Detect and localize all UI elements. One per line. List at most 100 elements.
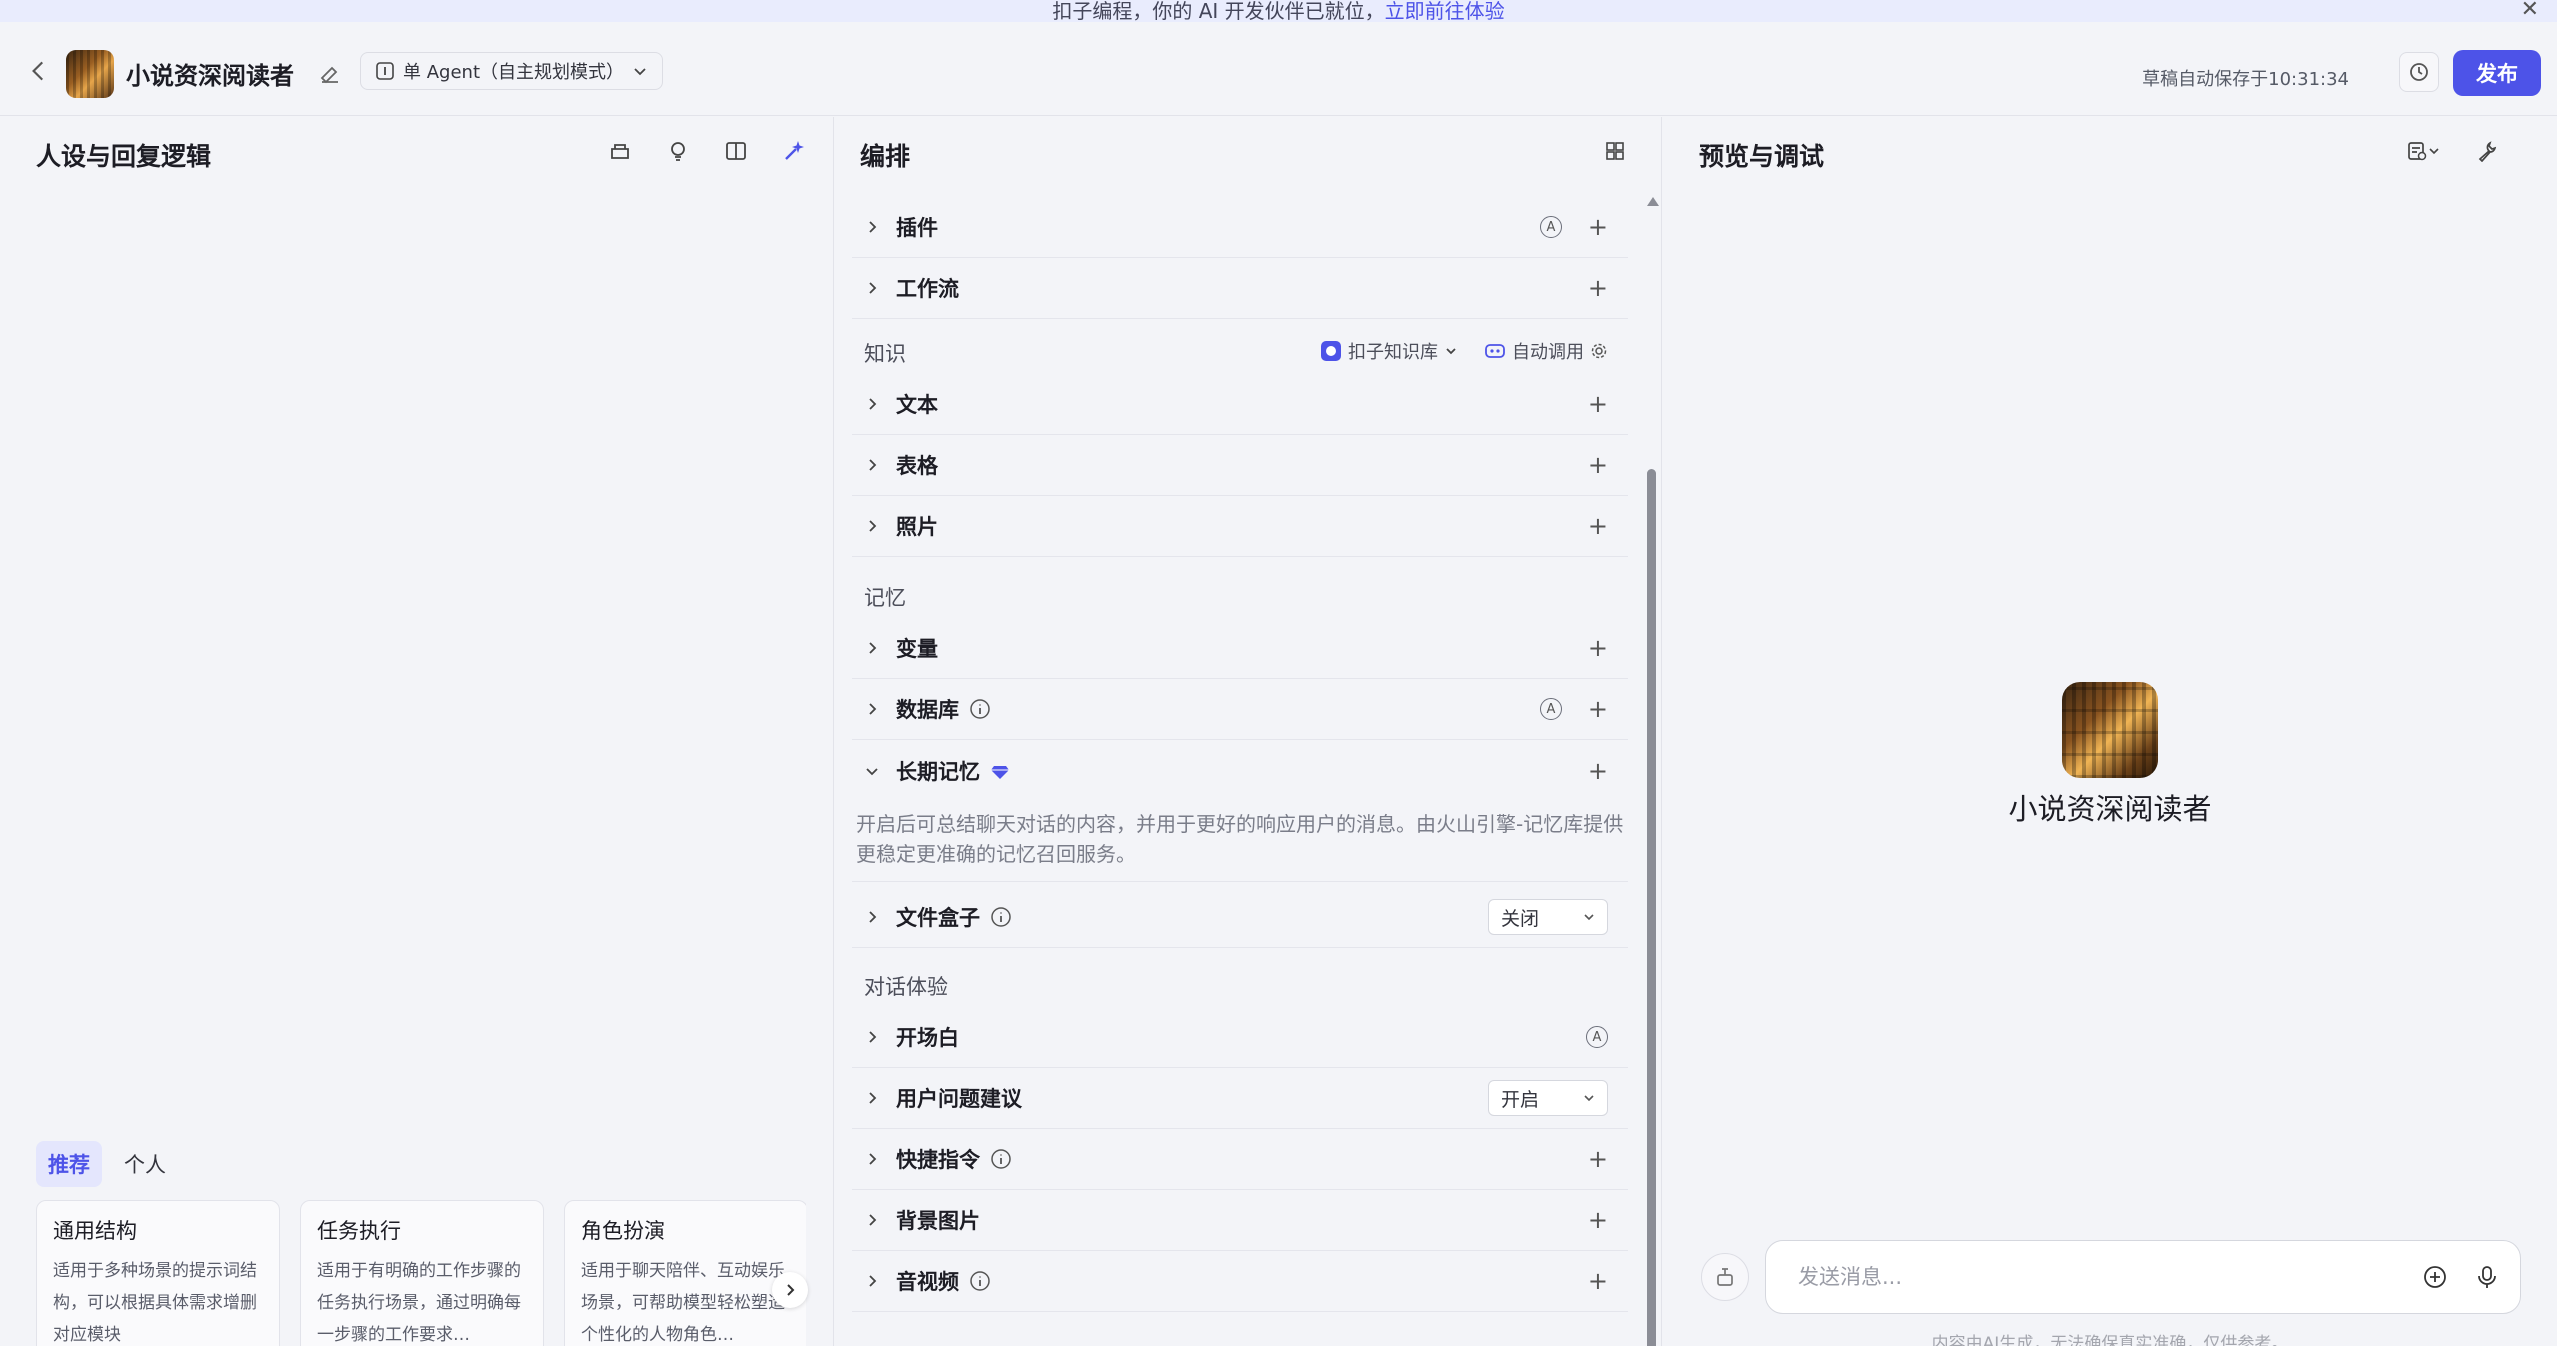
- av-row[interactable]: 音视频 +: [852, 1251, 1628, 1312]
- premium-gem-icon: [991, 765, 1009, 779]
- opening-row[interactable]: 开场白 A: [852, 1007, 1628, 1068]
- template-card-title: 角色扮演: [581, 1219, 665, 1243]
- bot-avatar: [66, 50, 114, 98]
- add-long-memory-icon[interactable]: +: [1588, 759, 1608, 783]
- compare-icon[interactable]: [722, 137, 750, 165]
- text-kb-row[interactable]: 文本 +: [852, 374, 1628, 435]
- tab-recommended[interactable]: 推荐: [36, 1141, 102, 1187]
- chevron-right-icon: [862, 217, 882, 237]
- ai-disclaimer: 内容由AI生成，无法确保真实准确，仅供参考。: [1931, 1334, 2289, 1346]
- auto-badge-icon[interactable]: A: [1539, 216, 1562, 238]
- add-photo-icon[interactable]: +: [1588, 514, 1608, 538]
- ai-optimize-icon[interactable]: [780, 137, 808, 165]
- history-button[interactable]: [2399, 52, 2439, 92]
- add-background-icon[interactable]: +: [1588, 1208, 1608, 1232]
- wrench-icon[interactable]: [2473, 137, 2501, 165]
- chevron-down-icon: [1584, 914, 1594, 921]
- dialog-section-label: 对话体验: [864, 975, 948, 999]
- knowledge-controls: 扣子知识库 自动调用: [1320, 338, 1608, 364]
- layout-grid-icon[interactable]: [1601, 137, 1629, 165]
- preview-bot-intro: 小说资深阅读者: [1663, 682, 2557, 828]
- filebox-row[interactable]: 文件盒子 关闭: [852, 887, 1628, 948]
- template-card[interactable]: 角色扮演 适用于聊天陪伴、互动娱乐场景，可帮助模型轻松塑造个性化的人物角色…: [564, 1200, 806, 1346]
- suggest-label: 用户问题建议: [896, 1087, 1022, 1111]
- shortcut-row[interactable]: 快捷指令 +: [852, 1129, 1628, 1190]
- back-arrow-icon[interactable]: [26, 58, 52, 84]
- template-cards: 通用结构 适用于多种场景的提示词结构，可以根据具体需求增删对应模块 任务执行 适…: [36, 1200, 806, 1346]
- filebox-label: 文件盒子: [896, 906, 980, 930]
- add-shortcut-icon[interactable]: +: [1588, 1147, 1608, 1171]
- divider: [852, 881, 1628, 882]
- add-database-icon[interactable]: +: [1588, 697, 1608, 721]
- chevron-right-icon: [862, 1271, 882, 1291]
- chevron-right-icon: [862, 1088, 882, 1108]
- clear-chat-button[interactable]: [1701, 1253, 1749, 1301]
- add-workflow-icon[interactable]: +: [1588, 276, 1608, 300]
- table-kb-row[interactable]: 表格 +: [852, 435, 1628, 496]
- debug-doc-icon: [2408, 142, 2427, 161]
- chevron-right-icon: [862, 907, 882, 927]
- debug-view-selector[interactable]: [2399, 137, 2447, 165]
- add-av-icon[interactable]: +: [1588, 1269, 1608, 1293]
- publish-button[interactable]: 发布: [2453, 50, 2541, 96]
- database-row[interactable]: 数据库 A +: [852, 679, 1628, 740]
- scroll-thumb[interactable]: [1647, 469, 1656, 1346]
- auto-badge-icon[interactable]: A: [1539, 698, 1562, 720]
- agent-mode-selector[interactable]: 单 Agent（自主规划模式）: [360, 52, 664, 90]
- long-memory-description: 开启后可总结聊天对话的内容，并用于更好的响应用户的消息。由火山引擎-记忆库提供更…: [856, 812, 1624, 866]
- gear-icon[interactable]: [1590, 342, 1608, 360]
- kb-auto-call[interactable]: 自动调用: [1484, 338, 1608, 364]
- info-icon[interactable]: [990, 1148, 1012, 1170]
- suggest-select[interactable]: 开启: [1488, 1080, 1608, 1116]
- scroll-up-icon[interactable]: [1647, 197, 1659, 206]
- chevron-right-icon: [862, 278, 882, 298]
- opening-label: 开场白: [896, 1026, 959, 1050]
- tab-personal[interactable]: 个人: [112, 1141, 178, 1187]
- workflow-row[interactable]: 工作流 +: [852, 258, 1628, 319]
- add-table-icon[interactable]: +: [1588, 453, 1608, 477]
- orchestration-list: 插件 A + 工作流 + 知识 扣子知识库 自动调用 文本 + 表格 + 照片 …: [852, 197, 1628, 1346]
- filebox-select-value: 关闭: [1501, 907, 1540, 930]
- add-plugin-icon[interactable]: +: [1588, 215, 1608, 239]
- message-input[interactable]: [1798, 1265, 2422, 1289]
- suggest-row[interactable]: 用户问题建议 开启: [852, 1068, 1628, 1129]
- add-text-icon[interactable]: +: [1588, 392, 1608, 416]
- info-icon[interactable]: [969, 698, 991, 720]
- history-icon: [2410, 63, 2428, 81]
- autosave-status: 草稿自动保存于10:31:34: [2142, 69, 2349, 90]
- banner-close-icon[interactable]: ✕: [2521, 0, 2539, 21]
- edit-icon[interactable]: [318, 62, 342, 86]
- info-icon[interactable]: [990, 906, 1012, 928]
- long-memory-row[interactable]: 长期记忆 +: [852, 740, 1628, 801]
- top-banner: 扣子编程，你的 AI 开发伙伴已就位，立即前往体验 ✕: [0, 0, 2557, 22]
- persona-toolbar: [606, 137, 808, 165]
- bulb-icon[interactable]: [664, 137, 692, 165]
- background-row[interactable]: 背景图片 +: [852, 1190, 1628, 1251]
- cards-next-button[interactable]: [772, 1272, 808, 1308]
- add-attachment-icon[interactable]: [2422, 1264, 2448, 1290]
- message-input-box[interactable]: [1765, 1240, 2521, 1314]
- template-card-title: 任务执行: [317, 1219, 401, 1243]
- variable-row[interactable]: 变量 +: [852, 618, 1628, 679]
- text-kb-label: 文本: [896, 393, 938, 417]
- template-card[interactable]: 任务执行 适用于有明确的工作步骤的任务执行场景，通过明确每一步骤的工作要求…: [300, 1200, 544, 1346]
- template-card[interactable]: 通用结构 适用于多种场景的提示词结构，可以根据具体需求增删对应模块: [36, 1200, 280, 1346]
- template-card-desc: 适用于有明确的工作步骤的任务执行场景，通过明确每一步骤的工作要求…: [317, 1261, 521, 1345]
- auto-badge-icon[interactable]: A: [1586, 1026, 1608, 1048]
- chevron-right-icon: [862, 1149, 882, 1169]
- banner-link[interactable]: 立即前往体验: [1385, 0, 1505, 22]
- memory-section-label: 记忆: [864, 586, 906, 610]
- preview-toolbar: [2399, 137, 2501, 165]
- microphone-icon[interactable]: [2474, 1264, 2500, 1290]
- photo-kb-row[interactable]: 照片 +: [852, 496, 1628, 557]
- banner-text: 扣子编程，你的 AI 开发伙伴已就位，: [1052, 0, 1385, 22]
- orchestration-scrollbar[interactable]: [1644, 197, 1659, 1346]
- add-variable-icon[interactable]: +: [1588, 636, 1608, 660]
- plugin-row[interactable]: 插件 A +: [852, 197, 1628, 258]
- prompt-library-icon[interactable]: [606, 137, 634, 165]
- orchestration-panel: 编排 插件 A + 工作流 + 知识 扣子知识库 自动调用 文本 + 表格 + …: [835, 117, 1662, 1346]
- info-icon[interactable]: [969, 1270, 991, 1292]
- filebox-select[interactable]: 关闭: [1488, 899, 1608, 935]
- chevron-right-icon: [862, 516, 882, 536]
- kb-source-selector[interactable]: 扣子知识库: [1320, 338, 1458, 364]
